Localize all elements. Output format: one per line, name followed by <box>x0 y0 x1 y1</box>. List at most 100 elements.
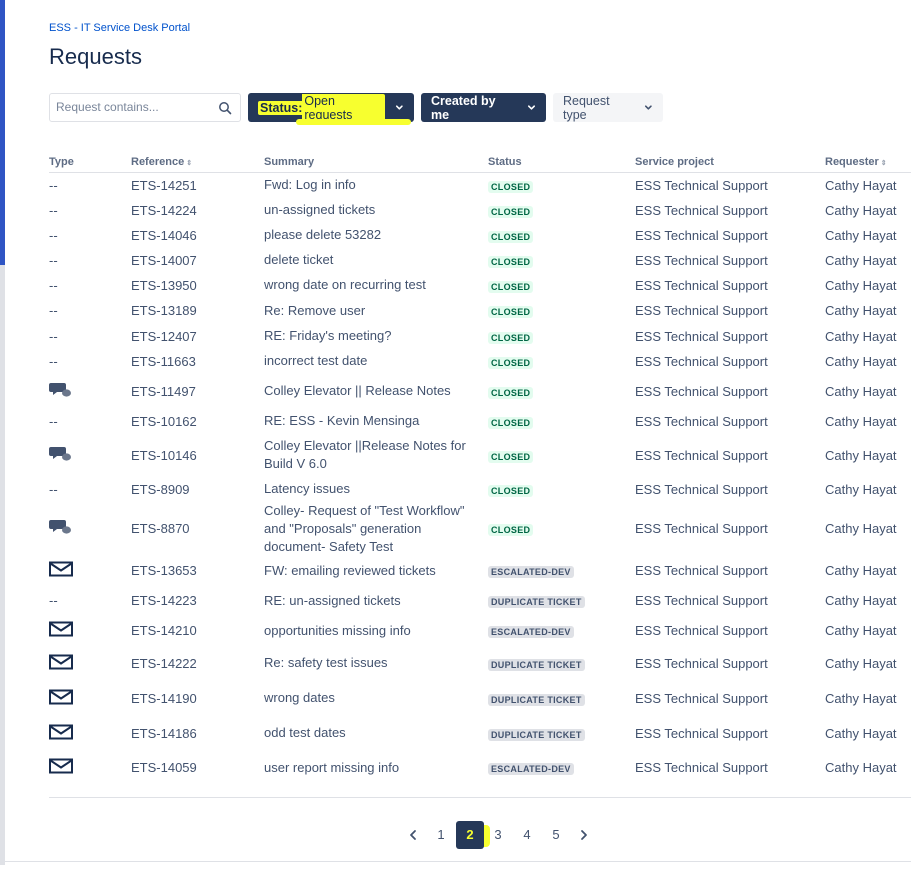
table-row[interactable]: -- ETS-14046 please delete 53282 CLOSED ESS … <box>49 223 911 248</box>
cell-reference[interactable]: ETS-10146 <box>131 434 264 477</box>
page-link-1[interactable]: 1 <box>427 821 455 849</box>
table-row[interactable]: -- ETS-14251 Fwd: Log in info CLOSED ESS Tec… <box>49 173 911 198</box>
table-row[interactable]: ETS-14186 odd test dates DUPLICATE TICKET E… <box>49 716 911 751</box>
cell-summary[interactable]: Re: Remove user <box>264 298 488 324</box>
page-link-5[interactable]: 5 <box>542 821 570 849</box>
table-row[interactable]: ETS-10146 Colley Elevator ||Release Notes… <box>49 434 911 477</box>
cell-summary[interactable]: please delete 53282 <box>264 223 488 248</box>
col-header-reference[interactable]: Reference ⇕ <box>131 150 264 173</box>
cell-summary[interactable]: odd test dates <box>264 716 488 751</box>
search-box[interactable] <box>49 93 241 122</box>
cell-reference[interactable]: ETS-8909 <box>131 477 264 502</box>
cell-summary[interactable]: delete ticket <box>264 248 488 273</box>
table-row[interactable]: ETS-13653 FW: emailing reviewed tickets ES… <box>49 556 911 586</box>
cell-requester: Cathy Hayat <box>825 481 897 497</box>
cell-reference[interactable]: ETS-11663 <box>131 349 264 374</box>
table-row[interactable]: ETS-14059 user report missing info ESCALAT… <box>49 751 911 785</box>
cell-reference[interactable]: ETS-8870 <box>131 502 264 556</box>
cell-reference[interactable]: ETS-14210 <box>131 616 264 646</box>
cell-service-project: ESS Technical Support <box>635 623 768 638</box>
cell-status: CLOSED <box>488 273 635 298</box>
status-badge: ESCALATED-DEV <box>488 626 574 638</box>
table-row[interactable]: ETS-14210 opportunities missing info ESCAL… <box>49 616 911 646</box>
cell-status: DUPLICATE TICKET <box>488 646 635 681</box>
cell-summary[interactable]: user report missing info <box>264 751 488 785</box>
table-row[interactable]: ETS-14222 Re: safety test issues DUPLICATE… <box>49 646 911 681</box>
cell-reference[interactable]: ETS-14007 <box>131 248 264 273</box>
cell-type <box>49 616 131 646</box>
table-row[interactable]: ETS-8870 Colley- Request of "Test Workflo… <box>49 502 911 556</box>
cell-requester: Cathy Hayat <box>825 353 897 369</box>
search-input[interactable] <box>56 100 206 114</box>
page-link-4[interactable]: 4 <box>513 821 541 849</box>
cell-summary[interactable]: Colley- Request of "Test Workflow" and "… <box>264 502 488 556</box>
cell-summary[interactable]: RE: Friday's meeting? <box>264 324 488 349</box>
page-link-2-current[interactable]: 2 <box>456 821 484 849</box>
cell-reference[interactable]: ETS-14223 <box>131 586 264 616</box>
request-type-filter-button[interactable]: Request type <box>553 93 663 122</box>
page-bottom-divider <box>0 861 911 862</box>
cell-summary[interactable]: RE: ESS - Kevin Mensinga <box>264 409 488 434</box>
table-row[interactable]: -- ETS-14224 un-assigned tickets CLOSED ESS … <box>49 198 911 223</box>
chat-icon <box>49 382 73 402</box>
sort-icon[interactable]: ⇕ <box>186 160 192 167</box>
cell-reference[interactable]: ETS-14224 <box>131 198 264 223</box>
table-row[interactable]: ETS-14190 wrong dates DUPLICATE TICKET ESS … <box>49 681 911 716</box>
cell-reference[interactable]: ETS-13950 <box>131 273 264 298</box>
table-row[interactable]: -- ETS-12407 RE: Friday's meeting? CLOSED ES… <box>49 324 911 349</box>
cell-summary[interactable]: RE: un-assigned tickets <box>264 586 488 616</box>
cell-type <box>49 374 131 409</box>
sort-icon[interactable]: ⇕ <box>881 160 887 167</box>
cell-reference[interactable]: ETS-13653 <box>131 556 264 586</box>
cell-summary[interactable]: Latency issues <box>264 477 488 502</box>
cell-status: ESCALATED-DEV <box>488 616 635 646</box>
search-icon[interactable] <box>218 101 232 115</box>
cell-reference[interactable]: ETS-14190 <box>131 681 264 716</box>
cell-reference[interactable]: ETS-14222 <box>131 646 264 681</box>
next-page-icon[interactable] <box>578 829 590 841</box>
breadcrumb[interactable]: ESS - IT Service Desk Portal <box>49 22 190 34</box>
cell-summary[interactable]: Colley Elevator || Release Notes <box>264 374 488 409</box>
status-filter-label: Status: <box>258 100 305 115</box>
status-filter-button[interactable]: Status: Open requests <box>248 93 414 125</box>
cell-reference[interactable]: ETS-10162 <box>131 409 264 434</box>
cell-summary[interactable]: FW: emailing reviewed tickets <box>264 556 488 586</box>
cell-summary[interactable]: Fwd: Log in info <box>264 173 488 198</box>
table-row[interactable]: -- ETS-13189 Re: Remove user CLOSED ESS Tech… <box>49 298 911 324</box>
cell-service-project: ESS Technical Support <box>635 481 768 497</box>
previous-page-icon[interactable] <box>407 829 419 841</box>
cell-type <box>49 556 131 586</box>
cell-requester: Cathy Hayat <box>825 328 897 344</box>
cell-summary[interactable]: wrong dates <box>264 681 488 716</box>
cell-reference[interactable]: ETS-12407 <box>131 324 264 349</box>
table-bottom-divider <box>49 797 911 798</box>
cell-reference[interactable]: ETS-14046 <box>131 223 264 248</box>
page-link-3[interactable]: 3 <box>484 821 512 849</box>
cell-reference[interactable]: ETS-14251 <box>131 173 264 198</box>
table-row[interactable]: -- ETS-8909 Latency issues CLOSED ESS Techni… <box>49 477 911 502</box>
cell-summary[interactable]: Colley Elevator ||Release Notes for Buil… <box>264 434 488 477</box>
table-row[interactable]: -- ETS-14223 RE: un-assigned tickets DUPLIC… <box>49 586 911 616</box>
status-badge: CLOSED <box>488 306 534 318</box>
table-row[interactable]: ETS-11497 Colley Elevator || Release Note… <box>49 374 911 409</box>
cell-service-project: ESS Technical Support <box>635 303 768 318</box>
cell-service-project: ESS Technical Support <box>635 413 768 429</box>
table-row[interactable]: -- ETS-10162 RE: ESS - Kevin Mensinga CLOSE… <box>49 409 911 434</box>
cell-reference[interactable]: ETS-14059 <box>131 751 264 785</box>
cell-reference[interactable]: ETS-14186 <box>131 716 264 751</box>
cell-reference[interactable]: ETS-13189 <box>131 298 264 324</box>
created-by-filter-button[interactable]: Created by me <box>421 93 546 122</box>
cell-summary[interactable]: incorrect test date <box>264 349 488 374</box>
cell-requester: Cathy Hayat <box>825 383 897 399</box>
cell-reference[interactable]: ETS-11497 <box>131 374 264 409</box>
col-header-requester[interactable]: Requester ⇕ <box>825 150 911 173</box>
table-row[interactable]: -- ETS-14007 delete ticket CLOSED ESS Techni… <box>49 248 911 273</box>
col-header-summary: Summary <box>264 150 488 173</box>
cell-summary[interactable]: un-assigned tickets <box>264 198 488 223</box>
table-row[interactable]: -- ETS-11663 incorrect test date CLOSED ESS … <box>49 349 911 374</box>
table-row[interactable]: -- ETS-13950 wrong date on recurring test C… <box>49 273 911 298</box>
cell-summary[interactable]: opportunities missing info <box>264 616 488 646</box>
cell-status: CLOSED <box>488 223 635 248</box>
cell-summary[interactable]: wrong date on recurring test <box>264 273 488 298</box>
cell-summary[interactable]: Re: safety test issues <box>264 646 488 681</box>
